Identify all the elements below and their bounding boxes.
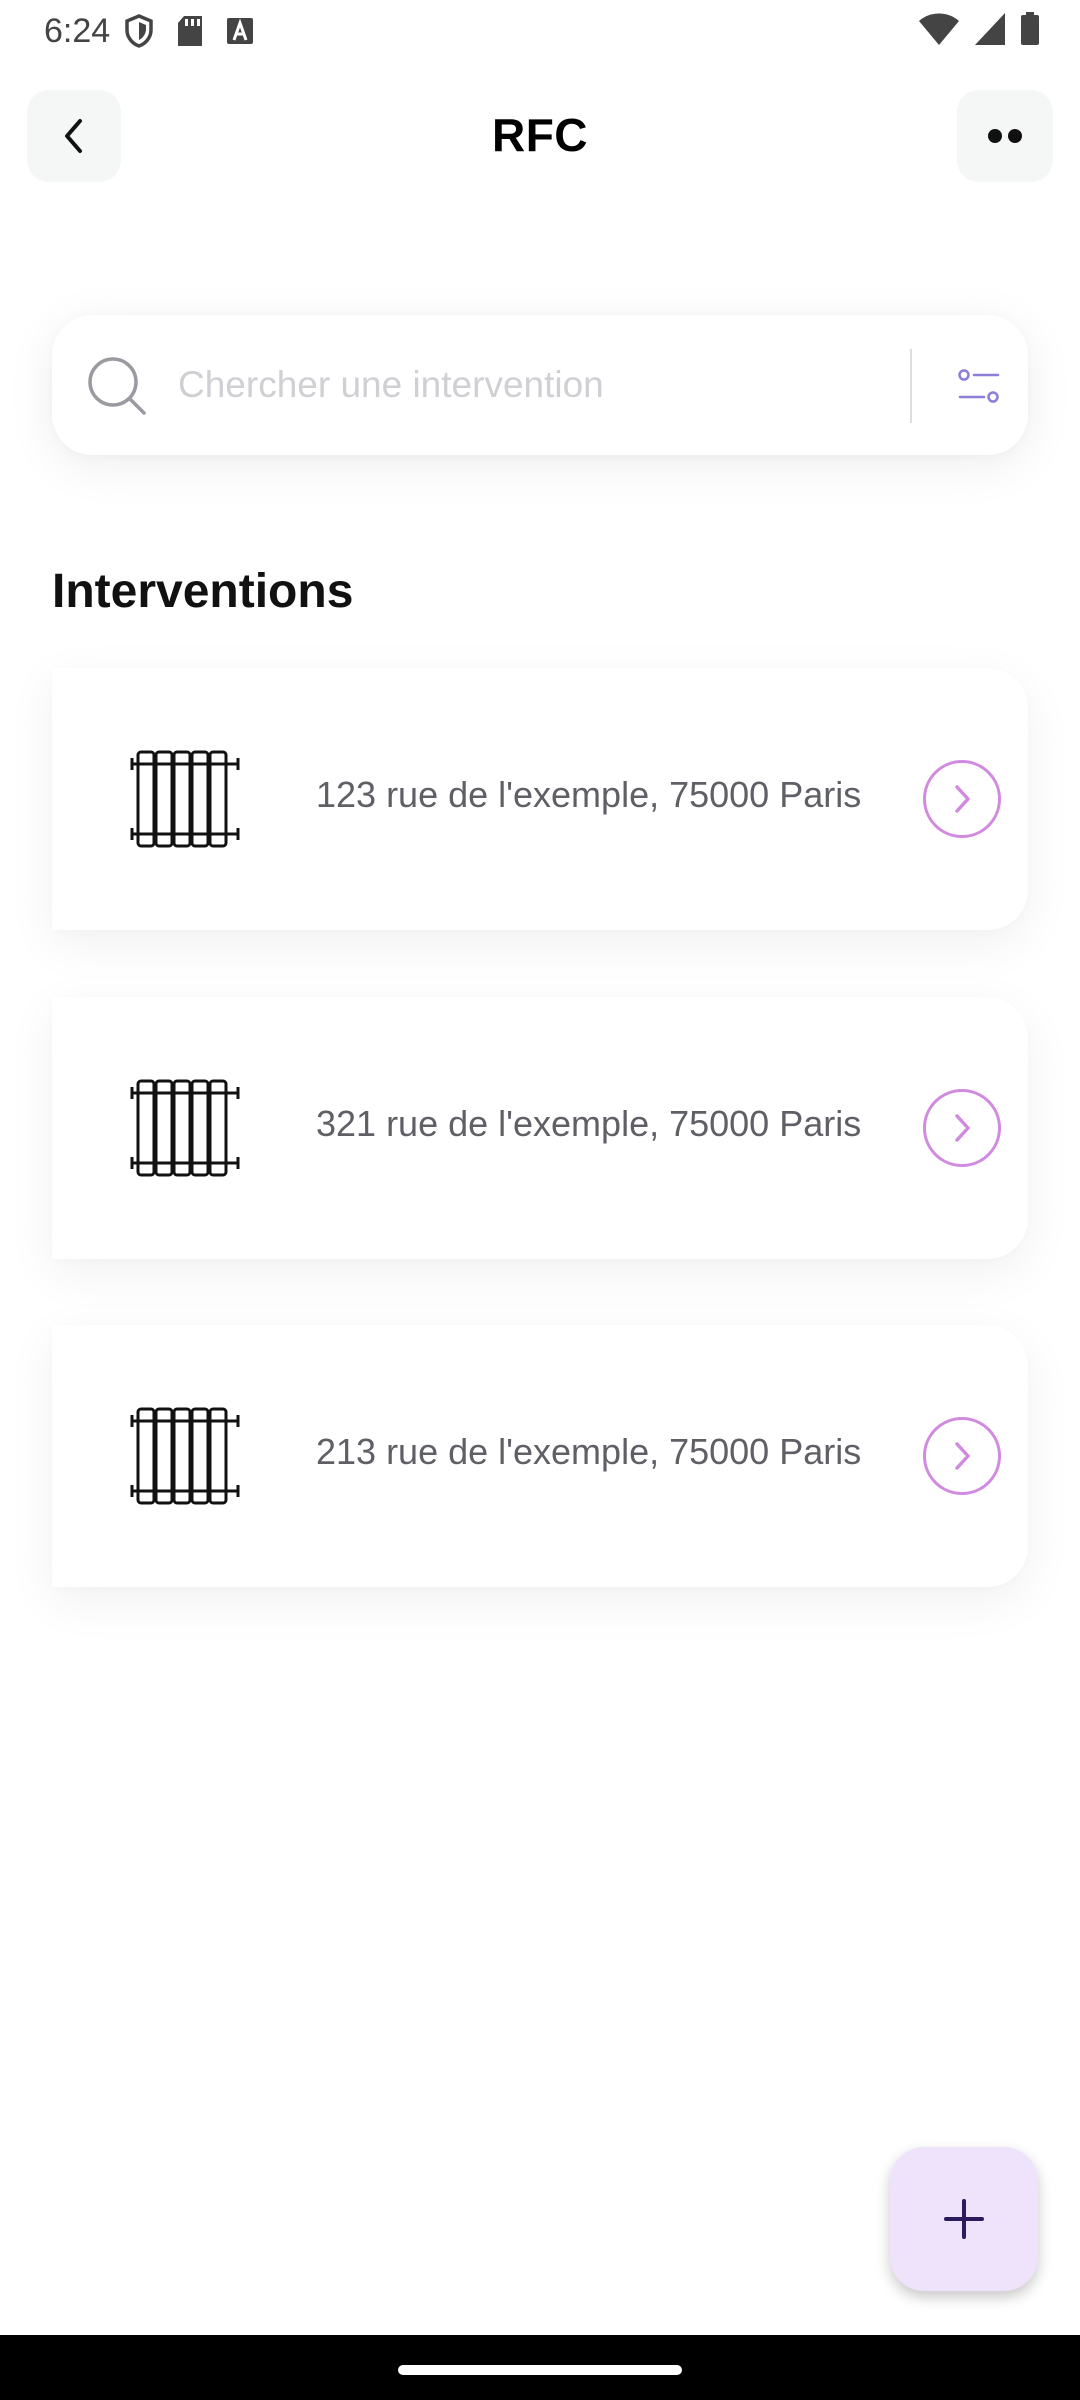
- cell-signal-icon: [975, 13, 1005, 45]
- shield-icon: [125, 14, 153, 48]
- radiator-icon: [130, 1079, 240, 1177]
- status-left-icons: [124, 14, 254, 48]
- intervention-card[interactable]: 321 rue de l'exemple, 75000 Paris: [52, 997, 1028, 1259]
- plus-icon: [944, 2199, 984, 2239]
- intervention-address: 213 rue de l'exemple, 75000 Paris: [316, 1431, 862, 1472]
- chevron-right-icon: [955, 1114, 970, 1142]
- status-bar: 6:24: [0, 0, 1080, 62]
- intervention-address: 123 rue de l'exemple, 75000 Paris: [316, 774, 862, 815]
- chevron-right-icon: [955, 785, 970, 813]
- status-time: 6:24: [44, 12, 111, 50]
- filter-button[interactable]: [944, 349, 1014, 423]
- status-right-icons: [918, 12, 1040, 46]
- filter-icon: [958, 369, 1000, 403]
- add-intervention-button[interactable]: [890, 2147, 1038, 2291]
- intervention-card[interactable]: 213 rue de l'exemple, 75000 Paris: [52, 1325, 1028, 1587]
- sd-card-icon: [178, 16, 202, 46]
- open-intervention-button[interactable]: [923, 1089, 1001, 1167]
- search-bar: [52, 315, 1028, 455]
- a-badge-icon: [227, 18, 253, 44]
- radiator-icon: [130, 750, 240, 848]
- more-button[interactable]: [957, 90, 1053, 182]
- wifi-icon: [919, 13, 959, 45]
- intervention-address: 321 rue de l'exemple, 75000 Paris: [316, 1103, 862, 1144]
- search-icon: [88, 357, 146, 415]
- page-title: RFC: [491, 109, 589, 161]
- more-dots-icon: [988, 129, 1022, 143]
- search-input[interactable]: [178, 351, 938, 419]
- home-indicator[interactable]: [398, 2365, 682, 2375]
- radiator-icon: [130, 1407, 240, 1505]
- intervention-card[interactable]: 123 rue de l'exemple, 75000 Paris: [52, 668, 1028, 930]
- search-divider: [910, 349, 912, 423]
- section-title: Interventions: [52, 565, 354, 618]
- screen: 6:24 RFC Chercher une intervention Inter…: [0, 0, 1080, 2400]
- navigation-bar: [0, 2335, 1080, 2400]
- chevron-right-icon: [955, 1442, 970, 1470]
- open-intervention-button[interactable]: [923, 760, 1001, 838]
- open-intervention-button[interactable]: [923, 1417, 1001, 1495]
- battery-icon: [1021, 12, 1039, 45]
